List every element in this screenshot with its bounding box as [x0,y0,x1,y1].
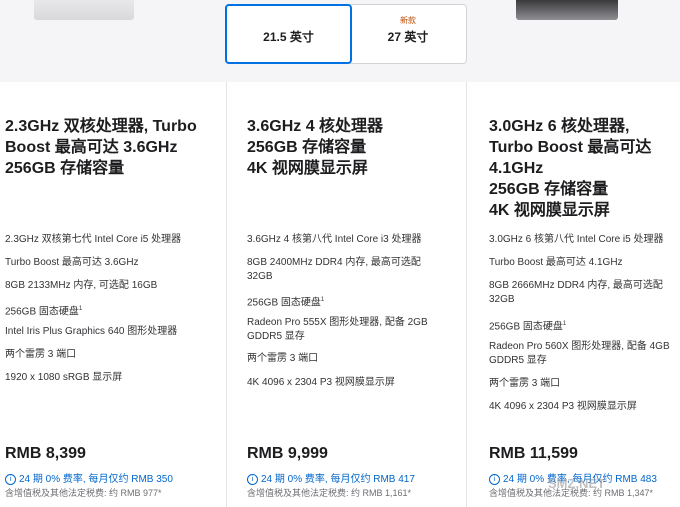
product-column-1: 2.3GHz 双核处理器, Turbo Boost 最高可达 3.6GHz 25… [0,82,226,507]
spec-display: 1920 x 1080 sRGB 显示屏 [5,372,123,383]
tab-27-label: 27 英寸 [387,30,429,44]
spec-processor: 2.3GHz 双核第七代 Intel Core i5 处理器 [5,234,182,245]
info-circle-icon: i [5,474,16,485]
tab-21-5-label: 21.5 英寸 [263,30,314,44]
installment-link[interactable]: i 24 期 0% 费率, 每月仅约 RMB 350 [5,470,173,485]
spec-ports: 两个雷雳 3 端口 [489,378,561,389]
spec-graphics: Radeon Pro 555X 图形处理器, 配备 2GB GDDR5 显存 [247,317,428,342]
spec-processor: 3.6GHz 4 核第八代 Intel Core i3 处理器 [247,234,422,245]
tax-note: 含增值税及其他法定税费: 约 RMB 1,161* [247,488,412,498]
spec-ports: 两个雷雳 3 端口 [5,349,77,360]
watermark-logo: SMZ.NET [548,476,606,491]
imac-21-thumbnail [34,0,134,20]
price: RMB 9,999 [247,445,328,462]
spec-display: 4K 4096 x 2304 P3 视网膜显示屏 [247,377,395,388]
footnote-mark: 1 [562,321,567,327]
spec-graphics: Radeon Pro 560X 图形处理器, 配备 4GB GDDR5 显存 [489,341,670,366]
spec-processor: 3.0GHz 6 核第八代 Intel Core i5 处理器 [489,234,664,245]
product-column-2: 3.6GHz 4 核处理器 256GB 存储容量 4K 视网膜显示屏 3.6GH… [226,82,466,507]
spec-storage: 256GB 固态硬盘1 [489,321,567,333]
spec-graphics: Intel Iris Plus Graphics 640 图形处理器 [5,326,178,337]
spec-turbo: Turbo Boost 最高可达 4.1GHz [489,257,623,268]
imac-27-thumbnail [516,0,618,20]
product-title: 3.6GHz 4 核处理器 256GB 存储容量 4K 视网膜显示屏 [247,118,384,177]
spec-display: 4K 4096 x 2304 P3 视网膜显示屏 [489,401,637,412]
tab-21-5-inch[interactable]: 21.5 英寸 [225,4,352,64]
info-circle-icon: i [489,474,500,485]
new-badge: 新款 [400,16,416,25]
footnote-mark: 1 [78,306,83,312]
price: RMB 11,599 [489,445,578,462]
spec-storage: 256GB 固态硬盘1 [247,297,325,309]
product-title: 3.0GHz 6 核处理器, Turbo Boost 最高可达 4.1GHz 2… [489,118,652,219]
spec-turbo: Turbo Boost 最高可达 3.6GHz [5,257,139,268]
product-column-3: 3.0GHz 6 核处理器, Turbo Boost 最高可达 4.1GHz 2… [466,82,680,507]
spec-memory: 8GB 2400MHz DDR4 内存, 最高可选配 32GB [247,257,421,282]
footnote-mark: 1 [320,297,325,303]
price: RMB 8,399 [5,445,86,462]
spec-memory: 8GB 2666MHz DDR4 内存, 最高可选配 32GB [489,280,663,305]
spec-memory: 8GB 2133MHz 内存, 可选配 16GB [5,280,158,291]
tab-27-inch[interactable]: 新款 27 英寸 [350,4,467,64]
product-title: 2.3GHz 双核处理器, Turbo Boost 最高可达 3.6GHz 25… [5,118,197,177]
spec-ports: 两个雷雳 3 端口 [247,353,319,364]
tax-note: 含增值税及其他法定税费: 约 RMB 977* [5,488,162,498]
spec-storage: 256GB 固态硬盘1 [5,306,83,318]
installment-link[interactable]: i 24 期 0% 费率, 每月仅约 RMB 417 [247,470,415,485]
info-circle-icon: i [247,474,258,485]
